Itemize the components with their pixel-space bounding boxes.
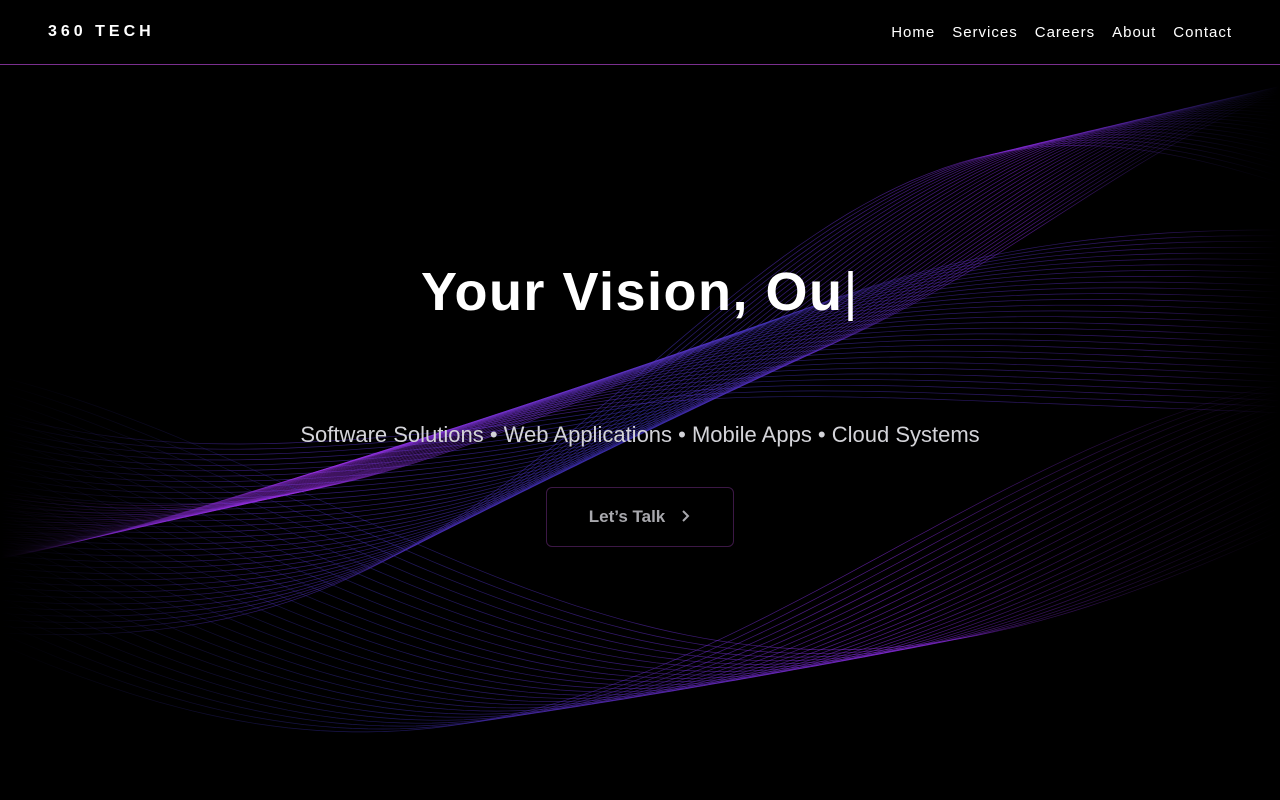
hero-tagline: Software Solutions • Web Applications • … [300, 422, 980, 447]
nav-contact[interactable]: Contact [1173, 24, 1232, 41]
lets-talk-label: Let’s Talk [588, 507, 666, 526]
main-nav: Home Services Careers About Contact [874, 24, 1232, 41]
headline-text: Your Vision, Ou [420, 262, 844, 322]
hero-headline: Your Vision, Ou| [0, 261, 1280, 323]
lets-talk-button[interactable]: Let’s Talk [546, 487, 734, 547]
chevron-right-icon [681, 509, 691, 526]
logo[interactable]: 360 TECH [48, 23, 155, 41]
hero-section: Your Vision, Ou| Software Solutions • We… [0, 65, 1280, 800]
nav-careers[interactable]: Careers [1035, 24, 1095, 41]
nav-services[interactable]: Services [952, 24, 1018, 41]
nav-about[interactable]: About [1112, 24, 1156, 41]
typing-cursor: | [843, 262, 860, 322]
nav-home[interactable]: Home [891, 24, 935, 41]
page: 360 TECH Home Services Careers About Con… [0, 0, 1280, 800]
site-header: 360 TECH Home Services Careers About Con… [0, 0, 1280, 65]
